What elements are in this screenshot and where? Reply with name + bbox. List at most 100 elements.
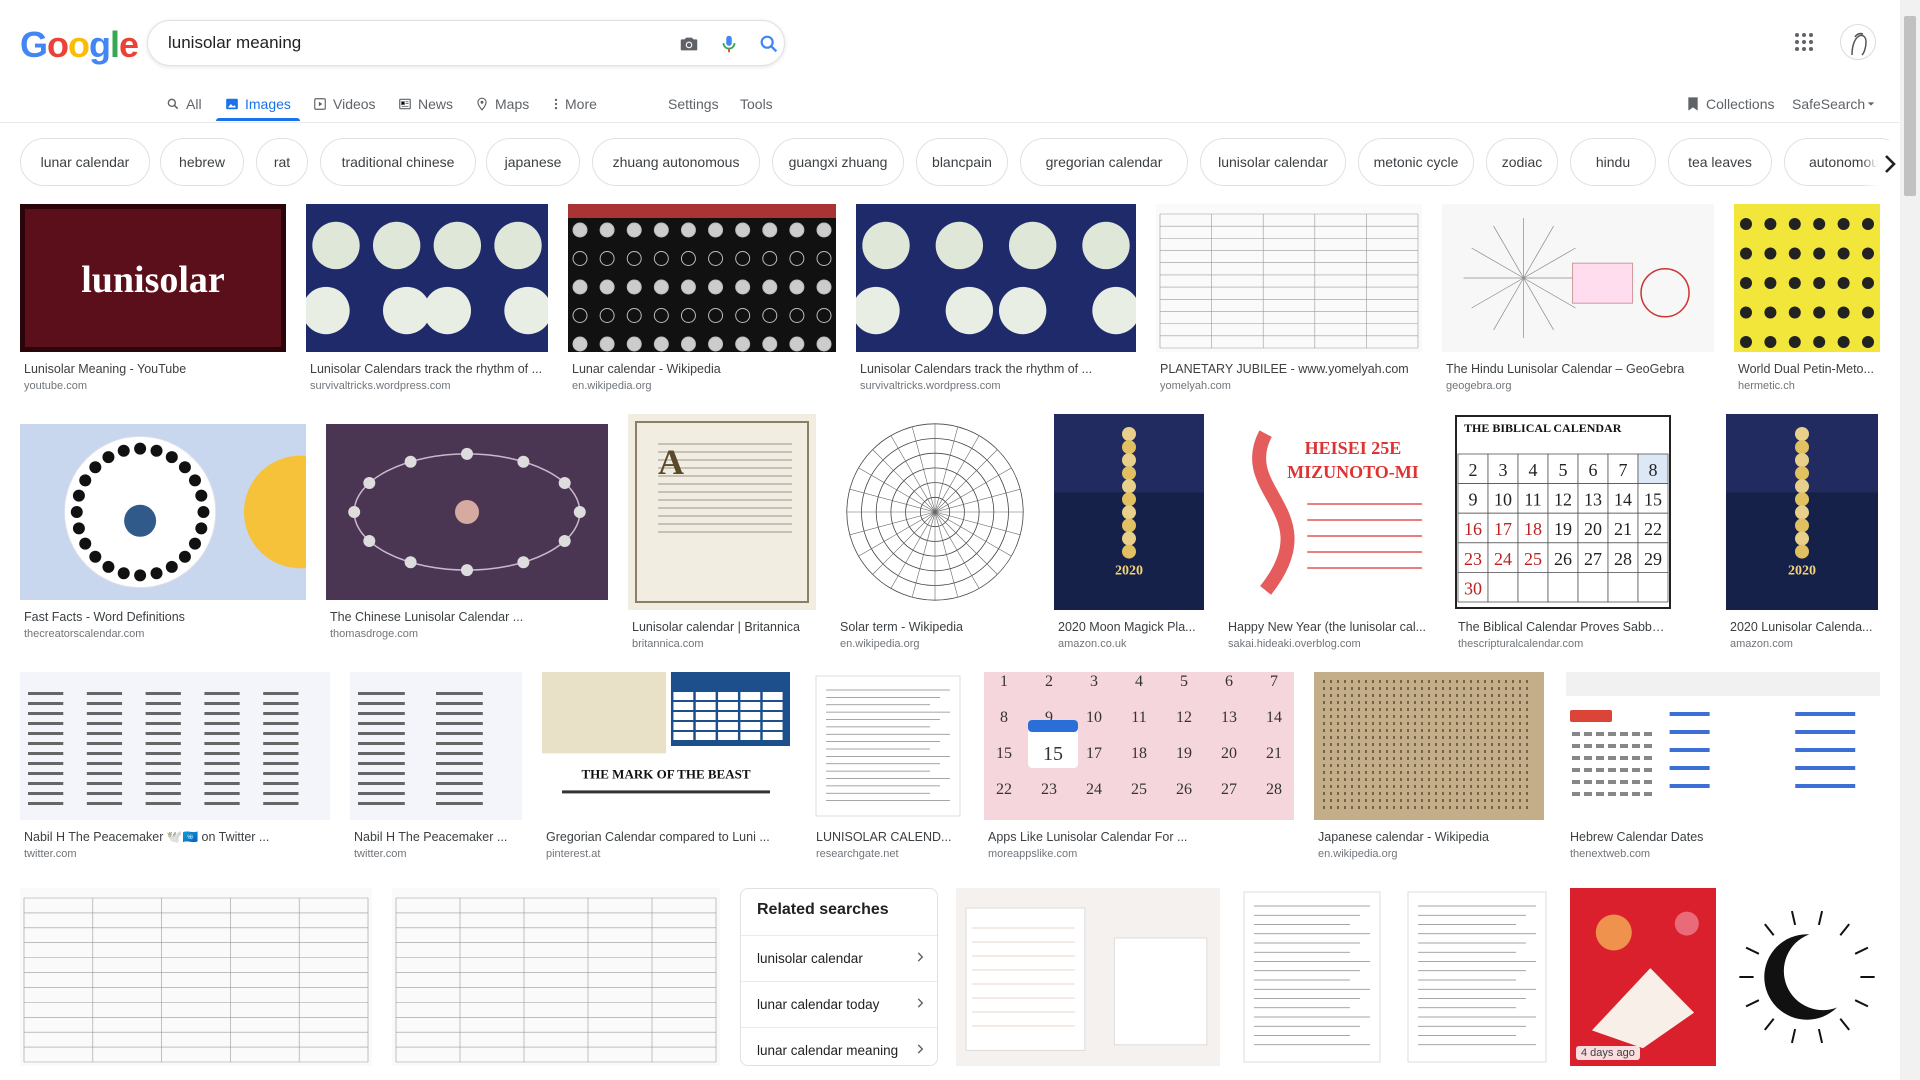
result-thumbnail[interactable] <box>1156 204 1422 352</box>
tools-link[interactable]: Tools <box>740 86 773 122</box>
image-result[interactable]: LUNISOLAR CALEND... researchgate.net <box>812 672 964 872</box>
result-thumbnail[interactable] <box>20 672 330 820</box>
result-thumbnail[interactable] <box>1734 888 1880 1066</box>
result-title[interactable]: Lunisolar Calendars track the rhythm of … <box>860 362 1134 376</box>
result-thumbnail[interactable] <box>326 424 608 600</box>
suggestion-chip[interactable]: zodiac <box>1486 138 1558 186</box>
result-title[interactable]: Gregorian Calendar compared to Luni ... <box>546 830 788 844</box>
suggestion-chip[interactable]: japanese <box>486 138 580 186</box>
result-thumbnail[interactable]: 4 days ago <box>1570 888 1716 1066</box>
result-thumbnail[interactable] <box>812 672 964 820</box>
result-title[interactable]: Lunisolar calendar | Britannica <box>632 620 814 634</box>
suggestion-chip[interactable]: gregorian calendar <box>1020 138 1188 186</box>
related-search-item[interactable]: lunisolar calendar <box>741 935 937 981</box>
result-title[interactable]: The Biblical Calendar Proves Sabbaths ..… <box>1458 620 1670 634</box>
image-result[interactable]: THE BIBLICAL CALENDAR 2 3 4 5 6 7 8 9 10 11 12 13 14 1… <box>1454 414 1672 662</box>
result-thumbnail[interactable] <box>1404 888 1550 1066</box>
result-thumbnail[interactable]: THE BIBLICAL CALENDAR 2 3 4 5 6 7 8 9 10 11 12 13 14 1… <box>1454 414 1672 610</box>
image-result[interactable] <box>956 888 1220 1080</box>
google-logo[interactable]: Google <box>20 24 139 66</box>
result-title[interactable]: 2020 Moon Magick Pla... <box>1058 620 1202 634</box>
suggestion-chip[interactable]: hebrew <box>160 138 244 186</box>
image-result[interactable] <box>1404 888 1550 1080</box>
result-thumbnail[interactable]: 2020 <box>1726 414 1878 610</box>
result-title[interactable]: Apps Like Lunisolar Calendar For ... <box>988 830 1292 844</box>
scrollbar-thumb[interactable] <box>1904 16 1916 196</box>
tab-news[interactable]: News <box>398 86 453 122</box>
search-input[interactable] <box>168 31 648 55</box>
result-title[interactable]: Nabil H The Peacemaker ... <box>354 830 520 844</box>
image-result[interactable] <box>392 888 720 1080</box>
chips-scroll-right-button[interactable] <box>1862 140 1902 188</box>
result-title[interactable]: Solar term - Wikipedia <box>840 620 1032 634</box>
suggestion-chip[interactable]: traditional chinese <box>320 138 476 186</box>
settings-link[interactable]: Settings <box>668 86 719 122</box>
image-result[interactable]: The Chinese Lunisolar Calendar ... thomas… <box>326 424 608 652</box>
image-result[interactable]: Fast Facts - Word Definitions thecreators… <box>20 424 306 652</box>
suggestion-chip[interactable]: metonic cycle <box>1358 138 1474 186</box>
result-thumbnail[interactable] <box>956 888 1220 1066</box>
result-thumbnail[interactable] <box>856 204 1136 352</box>
image-result[interactable]: Lunisolar Calendars track the rhythm of … <box>856 204 1136 404</box>
tab-all[interactable]: All <box>166 86 202 122</box>
image-result[interactable]: Nabil H The Peacemaker ... twitter.com <box>350 672 522 872</box>
image-result[interactable]: lunisolar Lunisolar Meaning - YouTube yout… <box>20 204 286 404</box>
image-result[interactable] <box>1240 888 1384 1080</box>
result-thumbnail[interactable] <box>20 888 372 1066</box>
image-result[interactable]: World Dual Petin-Meto... hermetic.ch <box>1734 204 1880 404</box>
image-result[interactable]: PLANETARY JUBILEE - www.yomelyah.com yome… <box>1156 204 1422 404</box>
result-title[interactable]: Happy New Year (the lunisolar cal... <box>1228 620 1430 634</box>
result-title[interactable]: Fast Facts - Word Definitions <box>24 610 304 624</box>
microphone-icon[interactable] <box>716 31 742 57</box>
suggestion-chip[interactable]: rat <box>256 138 308 186</box>
image-result[interactable]: Lunisolar Calendars track the rhythm of … <box>306 204 548 404</box>
page-scrollbar[interactable] <box>1900 0 1920 1080</box>
image-result[interactable] <box>1734 888 1880 1080</box>
suggestion-chip[interactable]: hindu <box>1570 138 1656 186</box>
result-thumbnail[interactable]: 2020 <box>1054 414 1204 610</box>
image-result[interactable]: The Hindu Lunisolar Calendar – GeoGebra g… <box>1442 204 1714 404</box>
suggestion-chip[interactable]: tea leaves <box>1668 138 1772 186</box>
image-result[interactable]: 1234567891011121314151617181920212223242… <box>984 672 1294 872</box>
image-result[interactable]: 2020 2020 Moon Magick Pla... amazon.co.uk <box>1054 414 1204 662</box>
suggestion-chip[interactable]: guangxi zhuang <box>772 138 904 186</box>
result-title[interactable]: Nabil H The Peacemaker 🕊️🇺🇳 on Twitter .… <box>24 830 328 845</box>
image-result[interactable]: Nabil H The Peacemaker 🕊️🇺🇳 on Twitter .… <box>20 672 330 872</box>
tab-maps[interactable]: Maps <box>475 86 529 122</box>
result-title[interactable]: Japanese calendar - Wikipedia <box>1318 830 1542 844</box>
search-icon[interactable] <box>756 31 782 57</box>
image-result[interactable]: Lunar calendar - Wikipedia en.wikipedia.o… <box>568 204 836 404</box>
result-thumbnail[interactable]: 1234567891011121314151617181920212223242… <box>984 672 1294 820</box>
result-thumbnail[interactable] <box>1734 204 1880 352</box>
result-title[interactable]: 2020 Lunisolar Calenda... <box>1730 620 1876 634</box>
avatar[interactable] <box>1840 24 1876 60</box>
image-result[interactable]: A Lunisolar calendar | Britannica britanni… <box>628 414 816 662</box>
result-title[interactable]: The Chinese Lunisolar Calendar ... <box>330 610 606 624</box>
collections-link[interactable]: Collections <box>1686 86 1774 122</box>
camera-icon[interactable] <box>676 31 702 57</box>
image-result[interactable]: Hebrew Calendar Dates thenextweb.com <box>1566 672 1880 872</box>
image-result[interactable]: 4 days ago <box>1570 888 1716 1080</box>
result-title[interactable]: LUNISOLAR CALEND... <box>816 830 962 844</box>
result-thumbnail[interactable]: HEISEI 25E MIZUNOTO-MI <box>1224 414 1432 610</box>
result-thumbnail[interactable] <box>1442 204 1714 352</box>
tab-videos[interactable]: Videos <box>313 86 376 122</box>
tab-more[interactable]: More <box>553 86 597 122</box>
image-result[interactable] <box>20 888 372 1080</box>
result-title[interactable]: Lunar calendar - Wikipedia <box>572 362 834 376</box>
result-title[interactable]: World Dual Petin-Meto... <box>1738 362 1878 376</box>
related-search-item[interactable]: lunar calendar meaning <box>741 1027 937 1065</box>
result-thumbnail[interactable] <box>306 204 548 352</box>
suggestion-chip[interactable]: blancpain <box>916 138 1008 186</box>
result-thumbnail[interactable] <box>568 204 836 352</box>
result-title[interactable]: Lunisolar Calendars track the rhythm of … <box>310 362 546 376</box>
apps-grid-icon[interactable] <box>1792 30 1816 54</box>
result-title[interactable]: The Hindu Lunisolar Calendar – GeoGebra <box>1446 362 1712 376</box>
result-thumbnail[interactable] <box>1240 888 1384 1066</box>
image-result[interactable]: 2020 2020 Lunisolar Calenda... amazon.com <box>1726 414 1878 662</box>
image-result[interactable]: Japanese calendar - Wikipedia en.wikipedi… <box>1314 672 1544 872</box>
related-search-item[interactable]: lunar calendar today <box>741 981 937 1027</box>
result-thumbnail[interactable] <box>836 414 1034 610</box>
suggestion-chip[interactable]: lunisolar calendar <box>1200 138 1346 186</box>
result-title[interactable]: Lunisolar Meaning - YouTube <box>24 362 284 376</box>
